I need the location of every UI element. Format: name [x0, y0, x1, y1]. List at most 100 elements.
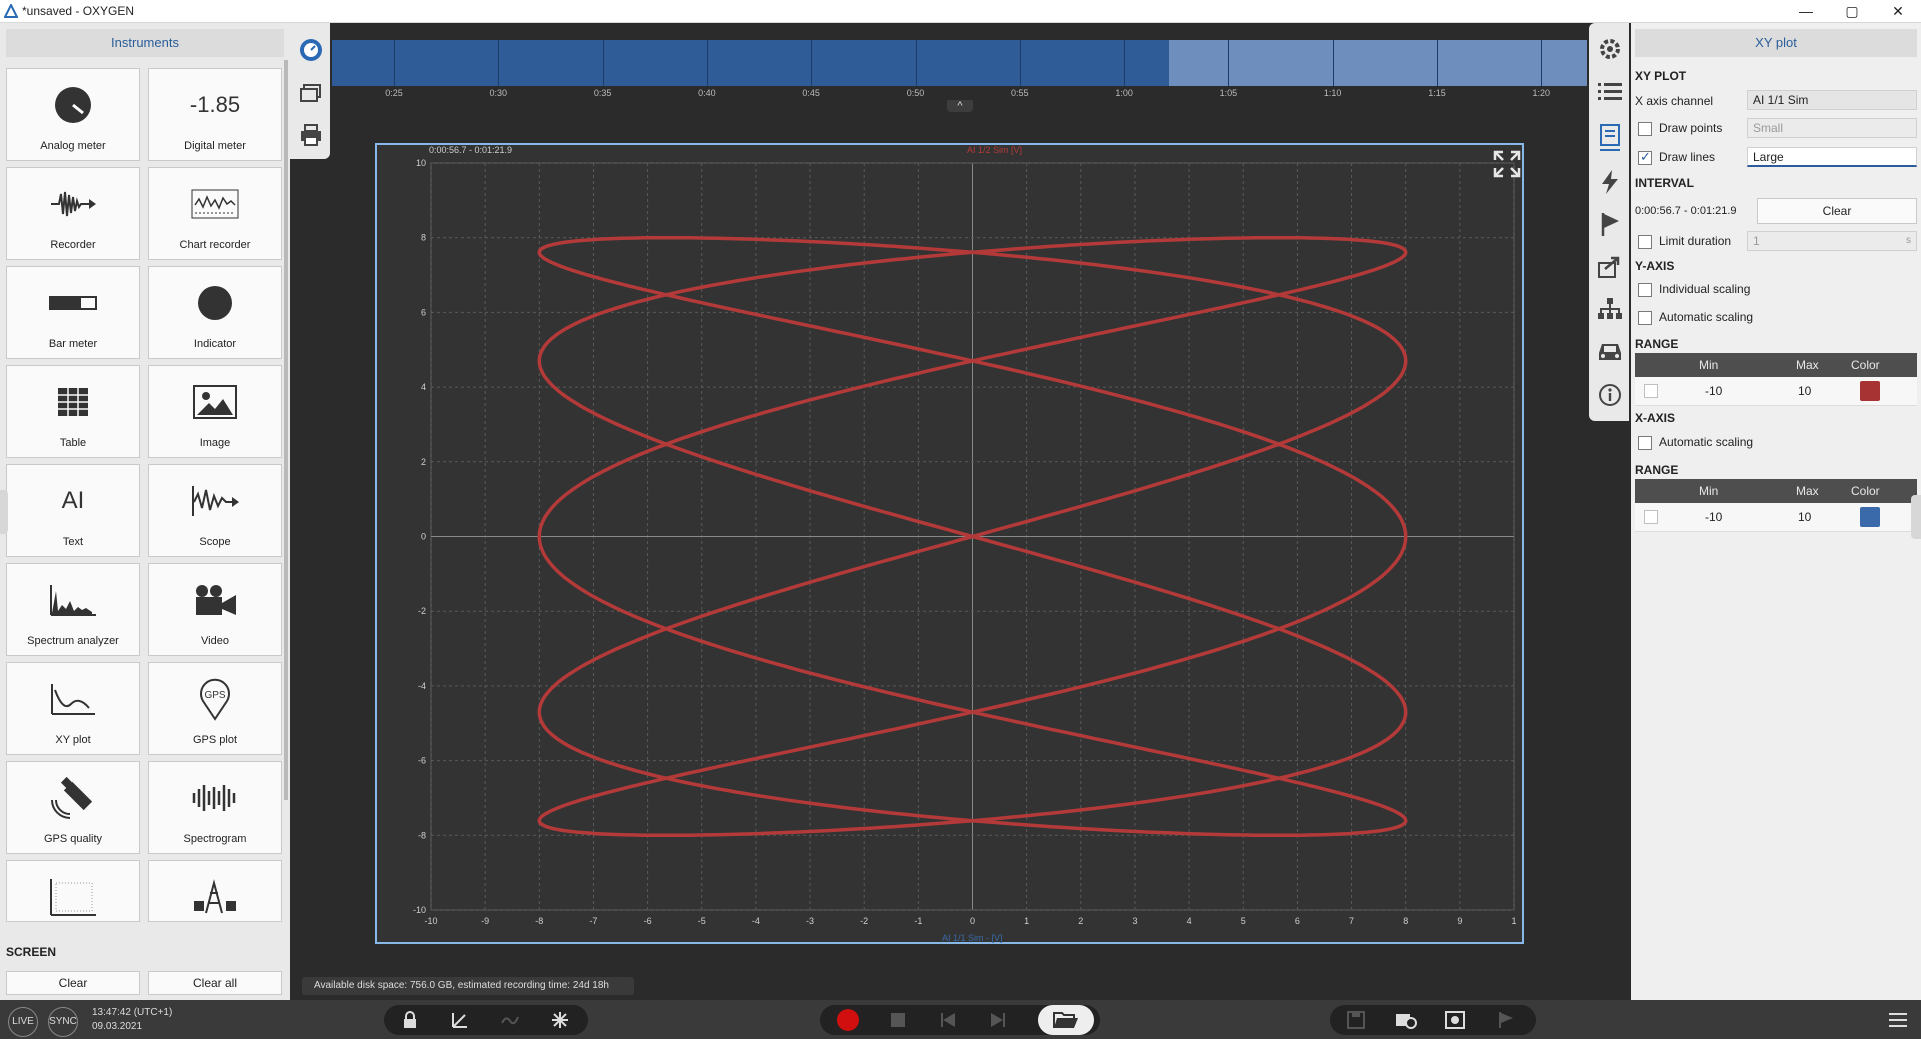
- y-range-color-swatch[interactable]: [1860, 381, 1880, 401]
- instrument-label: Indicator: [193, 338, 237, 350]
- timeline-tick-label: 0:30: [489, 88, 508, 98]
- limit-duration-checkbox[interactable]: [1638, 235, 1652, 249]
- instrument-tile-indicator[interactable]: Indicator: [148, 266, 282, 359]
- instrument-tile-text[interactable]: AI Text: [6, 464, 140, 557]
- x-axis-section-label: X-AXIS: [1635, 411, 1676, 425]
- disk-settings-icon[interactable]: [1386, 1005, 1426, 1035]
- print-icon[interactable]: [299, 123, 323, 147]
- left-panel-collapse-handle[interactable]: [0, 490, 8, 534]
- instrument-properties-icon[interactable]: [1598, 123, 1622, 153]
- timeline-tick-label: 1:05: [1219, 88, 1238, 98]
- xy-plot-instrument[interactable]: -10 -9 -8 -7 -6 -5 -4 -3 -2 -1 0 1 2 3 4 5 6 7 8 9 1 10 8 6 4 2 0-…: [375, 143, 1524, 944]
- instrument-tile-recorder[interactable]: Recorder: [6, 167, 140, 260]
- instrument-tile-heatmap[interactable]: [6, 860, 140, 922]
- video-icon: [149, 578, 281, 622]
- instrument-tile-xy-plot[interactable]: XY plot: [6, 662, 140, 755]
- y-tick-label: -10: [413, 905, 426, 915]
- x-axis-channel-select[interactable]: AI 1/1 Sim: [1747, 90, 1917, 110]
- draw-lines-size-select[interactable]: Large: [1747, 147, 1917, 167]
- gps-plot-icon: GPS: [149, 677, 281, 721]
- timeline-gridline: [602, 40, 604, 86]
- instrument-tile-gps-quality[interactable]: GPS quality: [6, 761, 140, 854]
- instrument-tile-bar-meter[interactable]: Bar meter: [6, 266, 140, 359]
- stop-button[interactable]: [878, 1005, 918, 1035]
- list-icon[interactable]: [1598, 81, 1622, 103]
- y-range-section-label: RANGE: [1635, 337, 1679, 351]
- timeline-tick-label: 0:55: [1011, 88, 1029, 98]
- trigger-icon[interactable]: [1598, 169, 1622, 195]
- x-range-max-value[interactable]: 10: [1798, 510, 1811, 524]
- system-settings-icon[interactable]: [1436, 1005, 1476, 1035]
- individual-scaling-checkbox[interactable]: [1638, 283, 1652, 297]
- instrument-tile-digital-meter[interactable]: -1.85 Digital meter: [148, 68, 282, 161]
- y-range-max-value[interactable]: 10: [1798, 384, 1811, 398]
- freeze-icon[interactable]: [540, 1005, 580, 1035]
- wave-cursor-icon[interactable]: [490, 1005, 530, 1035]
- timeline-collapse-icon[interactable]: ^: [947, 100, 973, 112]
- menu-list-icon[interactable]: [1884, 1008, 1912, 1032]
- instruments-scrollbar[interactable]: [284, 60, 288, 800]
- x-range-min-value[interactable]: -10: [1705, 510, 1722, 524]
- screens-icon[interactable]: [299, 83, 323, 105]
- instrument-tile-scope[interactable]: Scope: [148, 464, 282, 557]
- y-automatic-scaling-checkbox[interactable]: [1638, 311, 1652, 325]
- clear-screen-button[interactable]: Clear: [6, 971, 140, 995]
- restore-button[interactable]: ▢: [1829, 0, 1875, 22]
- live-badge[interactable]: LIVE: [8, 1007, 38, 1037]
- close-button[interactable]: ✕: [1875, 0, 1921, 22]
- fullscreen-icon[interactable]: [1492, 149, 1522, 179]
- recording-timeline[interactable]: [332, 40, 1587, 86]
- draw-points-size-select[interactable]: Small: [1747, 118, 1917, 138]
- previous-button[interactable]: [928, 1005, 968, 1035]
- clear-all-button[interactable]: Clear all: [148, 971, 282, 995]
- y-range-max-header: Max: [1796, 358, 1819, 372]
- instrument-tile-chart-recorder[interactable]: Chart recorder: [148, 167, 282, 260]
- instrument-tile-spectrum-analyzer[interactable]: Spectrum analyzer: [6, 563, 140, 656]
- instrument-tile-image[interactable]: Image: [148, 365, 282, 458]
- limit-duration-input[interactable]: 1 s: [1747, 231, 1917, 251]
- x-range-color-swatch[interactable]: [1860, 507, 1880, 527]
- draw-points-checkbox[interactable]: [1638, 122, 1652, 136]
- event-flag-icon[interactable]: [1486, 1005, 1526, 1035]
- lock-icon[interactable]: [390, 1005, 430, 1035]
- record-button[interactable]: [828, 1005, 868, 1035]
- instrument-tile-spectrogram[interactable]: Spectrogram: [148, 761, 282, 854]
- x-range-min-header: Min: [1699, 484, 1719, 498]
- channel-tree-icon[interactable]: [1597, 297, 1623, 321]
- timeline-tick-label: 1:15: [1428, 88, 1446, 98]
- minimize-button[interactable]: —: [1783, 0, 1829, 22]
- export-icon[interactable]: [1597, 255, 1623, 279]
- timeline-gridline: [1332, 40, 1334, 86]
- gear-icon[interactable]: [1598, 37, 1622, 61]
- instruments-mode-icon[interactable]: [298, 37, 324, 63]
- x-range-row-checkbox[interactable]: [1644, 510, 1658, 524]
- vehicle-icon[interactable]: [1597, 339, 1623, 363]
- y-range-color-header: Color: [1851, 358, 1880, 372]
- timeline-selected-interval[interactable]: [1169, 40, 1587, 86]
- next-button[interactable]: [978, 1005, 1018, 1035]
- info-icon[interactable]: [1598, 383, 1622, 407]
- xy-plot-canvas[interactable]: -10 -9 -8 -7 -6 -5 -4 -3 -2 -1 0 1 2 3 4 5 6 7 8 9 11086420-…: [377, 145, 1522, 942]
- marker-flag-icon[interactable]: [1598, 211, 1622, 237]
- interval-clear-button[interactable]: Clear: [1757, 198, 1917, 224]
- save-icon[interactable]: [1336, 1005, 1376, 1035]
- instrument-label: Digital meter: [184, 140, 246, 152]
- instrument-tile-power[interactable]: [148, 860, 282, 922]
- sync-badge[interactable]: SYNC: [48, 1007, 78, 1037]
- x-automatic-scaling-checkbox[interactable]: [1638, 436, 1652, 450]
- instrument-label: Table: [59, 437, 87, 449]
- instrument-tile-table[interactable]: Table: [6, 365, 140, 458]
- y-range-min-value[interactable]: -10: [1705, 384, 1722, 398]
- right-panel-collapse-handle[interactable]: [1911, 495, 1921, 539]
- instrument-label: GPS plot: [192, 734, 238, 746]
- cursor-measure-icon[interactable]: [440, 1005, 480, 1035]
- instrument-tile-gps-plot[interactable]: GPS GPS plot: [148, 662, 282, 755]
- y-range-row-checkbox[interactable]: [1644, 384, 1658, 398]
- draw-lines-checkbox[interactable]: [1638, 149, 1652, 165]
- timeline-tick-label: 0:35: [593, 88, 612, 98]
- instrument-tile-analog-meter[interactable]: Analog meter: [6, 68, 140, 161]
- table-icon: [7, 380, 139, 424]
- open-folder-button[interactable]: [1038, 1005, 1094, 1035]
- instrument-tile-video[interactable]: Video: [148, 563, 282, 656]
- timeline-tick-label: 0:25: [385, 88, 403, 98]
